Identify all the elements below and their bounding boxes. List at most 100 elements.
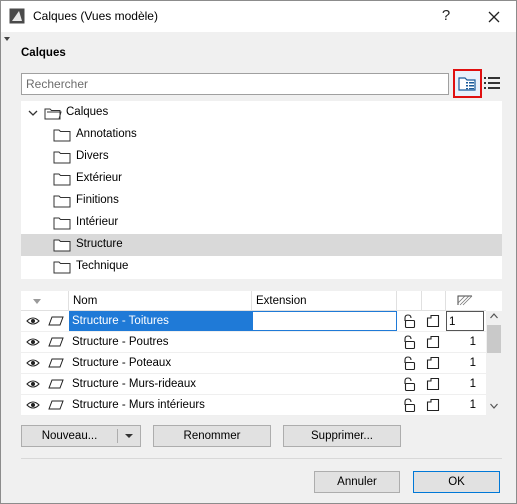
close-button[interactable]: [476, 1, 512, 32]
layers-table: Nom Extension Structure - Toitures 1 Str…: [21, 291, 502, 416]
layer-icon: [48, 316, 64, 326]
eye-icon[interactable]: [26, 400, 40, 410]
lock-column-header[interactable]: [397, 291, 422, 311]
layers-dialog: Calques (Vues modèle) ? Calques Recherch…: [0, 0, 517, 504]
tree-item-divers[interactable]: Divers: [21, 146, 502, 168]
intersection-group-field[interactable]: 1: [446, 311, 484, 331]
layer-name[interactable]: Structure - Poteaux: [69, 353, 252, 373]
window-title: Calques (Vues modèle): [33, 9, 158, 23]
wireframe-column-header[interactable]: [422, 291, 446, 311]
intersection-group-field[interactable]: 1: [446, 395, 484, 415]
layer-icon: [48, 337, 64, 347]
layer-name[interactable]: Structure - Toitures: [69, 311, 252, 331]
table-scrollbar[interactable]: [486, 311, 502, 415]
layer-extension-field[interactable]: [252, 311, 397, 331]
folder-icon: [53, 173, 71, 186]
table-row[interactable]: Structure - Toitures 1: [21, 311, 486, 332]
tree-item-label: Divers: [76, 150, 109, 162]
eye-icon[interactable]: [26, 358, 40, 368]
tree-item-label: Intérieur: [76, 216, 119, 228]
tree-item-label: Structure: [76, 238, 123, 250]
folder-icon: [53, 151, 71, 164]
list-view-icon[interactable]: [483, 74, 501, 92]
help-button[interactable]: ?: [431, 1, 461, 32]
delete-button[interactable]: Supprimer...: [283, 425, 401, 447]
archicad-app-icon: [9, 8, 25, 24]
sort-column-header[interactable]: [21, 291, 69, 311]
dropdown-arrow-icon[interactable]: [125, 434, 133, 438]
search-input[interactable]: [21, 73, 449, 95]
unlock-icon[interactable]: [402, 398, 416, 412]
eye-icon[interactable]: [26, 337, 40, 347]
scroll-up-icon[interactable]: [490, 313, 498, 319]
wireframe-icon[interactable]: [426, 398, 440, 412]
folder-icon: [53, 239, 71, 252]
layer-extension-field[interactable]: [252, 374, 397, 394]
rename-button[interactable]: Renommer: [153, 425, 271, 447]
table-row[interactable]: Structure - Poteaux 1: [21, 353, 486, 374]
unlock-icon[interactable]: [402, 356, 416, 370]
collapse-arrow-icon[interactable]: [4, 37, 10, 41]
folder-icon: [53, 217, 71, 230]
tree-item-label: Extérieur: [76, 172, 123, 184]
stacked-folder-icon: [44, 108, 62, 120]
tree-root-label: Calques: [66, 106, 109, 118]
extension-column-header[interactable]: Extension: [252, 291, 397, 311]
folder-list-icon: [458, 77, 476, 91]
tree-item-annotations[interactable]: Annotations: [21, 124, 502, 146]
scrollbar-thumb[interactable]: [487, 325, 501, 353]
intersection-column-header[interactable]: [446, 291, 486, 311]
intersection-group-field[interactable]: 1: [446, 374, 484, 394]
hatch-icon: [457, 295, 473, 306]
layer-folder-tree: Calques Annotations Divers Extérieur Fin…: [21, 101, 502, 279]
wireframe-icon[interactable]: [426, 356, 440, 370]
layer-icon: [48, 400, 64, 410]
eye-icon[interactable]: [26, 379, 40, 389]
layer-extension-field[interactable]: [252, 353, 397, 373]
scroll-down-icon[interactable]: [490, 403, 498, 409]
name-column-header[interactable]: Nom: [69, 291, 252, 311]
ok-button[interactable]: OK: [413, 471, 500, 493]
eye-icon[interactable]: [26, 316, 40, 326]
table-row[interactable]: Structure - Murs-rideaux 1: [21, 374, 486, 395]
wireframe-icon[interactable]: [426, 314, 440, 328]
section-title: Calques: [21, 47, 66, 59]
unlock-icon[interactable]: [402, 377, 416, 391]
layer-name[interactable]: Structure - Murs-rideaux: [69, 374, 252, 394]
tree-root-calques[interactable]: Calques: [21, 102, 502, 124]
tree-item-exterieur[interactable]: Extérieur: [21, 168, 502, 190]
layer-name[interactable]: Structure - Murs intérieurs: [69, 395, 252, 415]
wireframe-icon[interactable]: [426, 377, 440, 391]
folder-icon: [53, 195, 71, 208]
intersection-group-field[interactable]: 1: [446, 353, 484, 373]
title-bar: Calques (Vues modèle) ?: [1, 1, 516, 32]
wireframe-icon[interactable]: [426, 335, 440, 349]
tree-item-label: Finitions: [76, 194, 119, 206]
new-layer-split-button[interactable]: Nouveau...: [21, 425, 141, 447]
intersection-group-field[interactable]: 1: [446, 332, 484, 352]
tree-item-structure[interactable]: Structure: [21, 234, 502, 256]
layer-name[interactable]: Structure - Poutres: [69, 332, 252, 352]
tree-item-technique[interactable]: Technique: [21, 256, 502, 278]
unlock-icon[interactable]: [402, 335, 416, 349]
layer-extension-field[interactable]: [252, 332, 397, 352]
tree-item-label: Technique: [76, 260, 129, 272]
sort-arrow-icon: [33, 299, 41, 304]
split-separator: [117, 429, 118, 443]
tree-item-label: Annotations: [76, 128, 137, 140]
layer-icon: [48, 379, 64, 389]
tree-item-finitions[interactable]: Finitions: [21, 190, 502, 212]
table-row[interactable]: Structure - Poutres 1: [21, 332, 486, 353]
divider: [21, 458, 502, 459]
folder-view-button[interactable]: [453, 69, 482, 98]
layer-extension-field[interactable]: [252, 395, 397, 415]
table-header: Nom Extension: [21, 291, 486, 311]
new-layer-button-label[interactable]: Nouveau...: [22, 426, 117, 446]
chevron-down-icon[interactable]: [27, 107, 39, 119]
folder-icon: [53, 129, 71, 142]
tree-item-interieur[interactable]: Intérieur: [21, 212, 502, 234]
unlock-icon[interactable]: [402, 314, 416, 328]
table-row[interactable]: Structure - Murs intérieurs 1: [21, 395, 486, 416]
close-icon: [488, 11, 500, 23]
cancel-button[interactable]: Annuler: [314, 471, 400, 493]
